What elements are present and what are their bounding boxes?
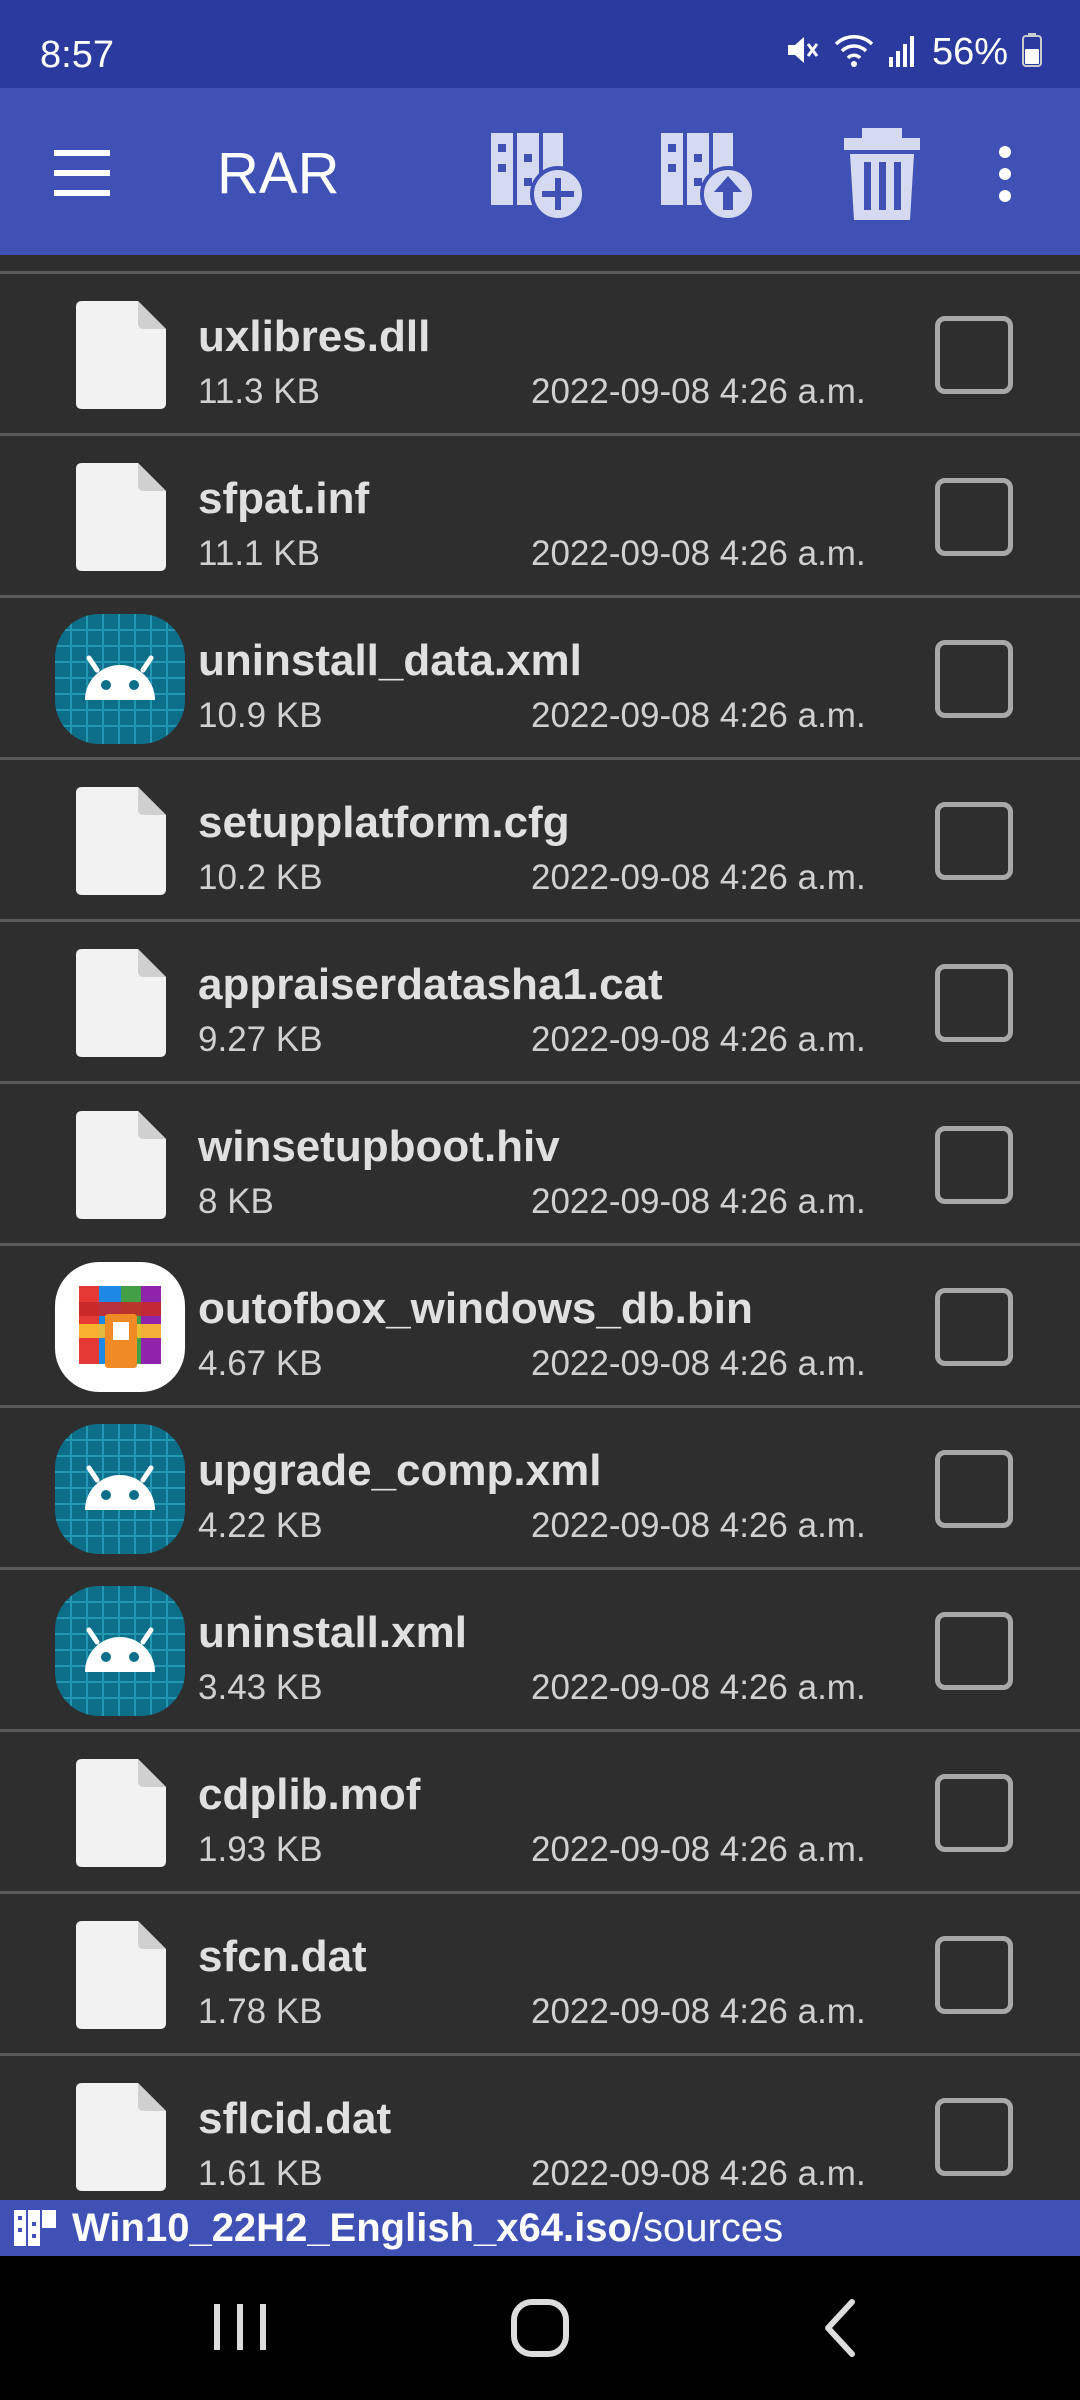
archive-extract-icon[interactable] <box>658 124 758 224</box>
file-date: 2022-09-08 4:26 a.m. <box>531 1830 866 1869</box>
app-bar: RAR <box>0 88 1080 255</box>
file-row[interactable]: upgrade_comp.xml 4.22 KB 2022-09-08 4:26 a… <box>0 1408 1080 1570</box>
battery-icon <box>1022 32 1042 72</box>
archive-icon <box>14 2210 58 2246</box>
file-date: 2022-09-08 4:26 a.m. <box>531 372 866 411</box>
recents-icon[interactable] <box>200 2296 280 2360</box>
app-title: RAR <box>217 141 340 206</box>
android-icon <box>55 614 185 744</box>
file-name: sfpat.inf <box>198 474 370 523</box>
file-row[interactable]: winsetupboot.hiv 8 KB 2022-09-08 4:26 a.m. <box>0 1084 1080 1246</box>
select-checkbox[interactable] <box>935 1450 1013 1528</box>
trash-icon[interactable] <box>832 124 932 224</box>
sub-path: /sources <box>631 2205 784 2250</box>
file-date: 2022-09-08 4:26 a.m. <box>531 1506 866 1545</box>
file-date: 2022-09-08 4:26 a.m. <box>531 1344 866 1383</box>
file-date: 2022-09-08 4:26 a.m. <box>531 696 866 735</box>
file-icon <box>76 301 166 409</box>
file-size: 3.43 KB <box>198 1668 323 1707</box>
file-date: 2022-09-08 4:26 a.m. <box>531 1668 866 1707</box>
file-size: 1.78 KB <box>198 1992 323 2031</box>
file-row[interactable]: sflcid.dat 1.61 KB 2022-09-08 4:26 a.m. <box>0 2056 1080 2200</box>
file-name: sflcid.dat <box>198 2094 392 2143</box>
select-checkbox[interactable] <box>935 640 1013 718</box>
select-checkbox[interactable] <box>935 1126 1013 1204</box>
file-name: sfcn.dat <box>198 1932 367 1981</box>
file-row[interactable]: 11.4 KB2022-09-08 4:26 a.m. <box>0 255 1080 274</box>
file-date: 2022-09-08 4:26 a.m. <box>531 1182 866 1221</box>
file-icon <box>76 1921 166 2029</box>
select-checkbox[interactable] <box>935 1774 1013 1852</box>
select-checkbox[interactable] <box>935 1936 1013 2014</box>
file-date: 2022-09-08 4:26 a.m. <box>531 2154 866 2193</box>
select-checkbox[interactable] <box>935 2098 1013 2176</box>
file-size: 10.9 KB <box>198 696 323 735</box>
file-icon <box>76 1759 166 1867</box>
file-size: 4.22 KB <box>198 1506 323 1545</box>
more-vert-icon[interactable] <box>985 144 1025 204</box>
status-bar: 8:57 56% <box>0 0 1080 88</box>
file-date: 2022-09-08 4:26 a.m. <box>531 1020 866 1059</box>
rar-archive-icon <box>55 1262 185 1392</box>
path-bar[interactable]: Win10_22H2_English_x64.iso/sources <box>0 2200 1080 2256</box>
file-size: 9.27 KB <box>198 1020 323 1059</box>
file-size: 10.2 KB <box>198 858 323 897</box>
archive-add-icon[interactable] <box>488 124 588 224</box>
file-name: upgrade_comp.xml <box>198 1446 602 1495</box>
file-size: 11.1 KB <box>198 534 320 573</box>
home-icon[interactable] <box>500 2296 580 2360</box>
file-list[interactable]: 11.4 KB2022-09-08 4:26 a.m. uxlibres.dll… <box>0 255 1080 2200</box>
file-date: 2022-09-08 4:26 a.m. <box>531 1992 866 2031</box>
battery-percent: 56% <box>931 30 1008 73</box>
file-name: uninstall_data.xml <box>198 636 582 685</box>
select-checkbox[interactable] <box>935 1288 1013 1366</box>
file-date: 2022-09-08 4:26 a.m. <box>531 534 866 573</box>
file-name: cdplib.mof <box>198 1770 421 1819</box>
file-size: 4.67 KB <box>198 1344 323 1383</box>
select-checkbox[interactable] <box>935 1612 1013 1690</box>
file-name: uxlibres.dll <box>198 312 431 361</box>
file-size: 1.61 KB <box>198 2154 323 2193</box>
file-row[interactable]: appraiserdatasha1.cat 9.27 KB 2022-09-08 4… <box>0 922 1080 1084</box>
path-text: Win10_22H2_English_x64.iso/sources <box>72 2206 783 2251</box>
android-icon <box>55 1586 185 1716</box>
file-row[interactable]: setupplatform.cfg 10.2 KB 2022-09-08 4:26 … <box>0 760 1080 922</box>
file-row[interactable]: uninstall.xml 3.43 KB 2022-09-08 4:26 a.m. <box>0 1570 1080 1732</box>
select-checkbox[interactable] <box>935 478 1013 556</box>
file-row[interactable]: outofbox_windows_db.bin 4.67 KB 2022-09-08… <box>0 1246 1080 1408</box>
select-checkbox[interactable] <box>935 802 1013 880</box>
file-row[interactable]: uninstall_data.xml 10.9 KB 2022-09-08 4:26… <box>0 598 1080 760</box>
file-name: uninstall.xml <box>198 1608 467 1657</box>
status-time: 8:57 <box>40 34 114 76</box>
android-icon <box>55 1424 185 1554</box>
file-icon <box>76 949 166 1057</box>
file-size: 11.3 KB <box>198 372 320 411</box>
file-size: 1.93 KB <box>198 1830 323 1869</box>
file-name: outofbox_windows_db.bin <box>198 1284 753 1333</box>
file-row[interactable]: sfpat.inf 11.1 KB 2022-09-08 4:26 a.m. <box>0 436 1080 598</box>
navigation-bar <box>0 2256 1080 2400</box>
file-row[interactable]: uxlibres.dll 11.3 KB 2022-09-08 4:26 a.m. <box>0 274 1080 436</box>
archive-name: Win10_22H2_English_x64.iso <box>72 2205 632 2250</box>
file-row[interactable]: sfcn.dat 1.78 KB 2022-09-08 4:26 a.m. <box>0 1894 1080 2056</box>
file-row[interactable]: cdplib.mof 1.93 KB 2022-09-08 4:26 a.m. <box>0 1732 1080 1894</box>
mute-icon <box>784 32 820 73</box>
file-icon <box>76 2083 166 2191</box>
file-name: winsetupboot.hiv <box>198 1122 560 1171</box>
file-date: 2022-09-08 4:26 a.m. <box>531 858 866 897</box>
file-name: setupplatform.cfg <box>198 798 570 847</box>
file-icon <box>76 787 166 895</box>
file-size: 8 KB <box>198 1182 274 1221</box>
file-icon <box>76 463 166 571</box>
select-checkbox[interactable] <box>935 964 1013 1042</box>
file-name: appraiserdatasha1.cat <box>198 960 663 1009</box>
file-icon <box>76 1111 166 1219</box>
signal-icon <box>888 33 918 72</box>
back-icon[interactable] <box>800 2296 880 2360</box>
wifi-icon <box>834 32 874 73</box>
status-icons: 56% <box>784 30 1042 74</box>
select-checkbox[interactable] <box>935 316 1013 394</box>
menu-icon[interactable] <box>50 146 118 200</box>
